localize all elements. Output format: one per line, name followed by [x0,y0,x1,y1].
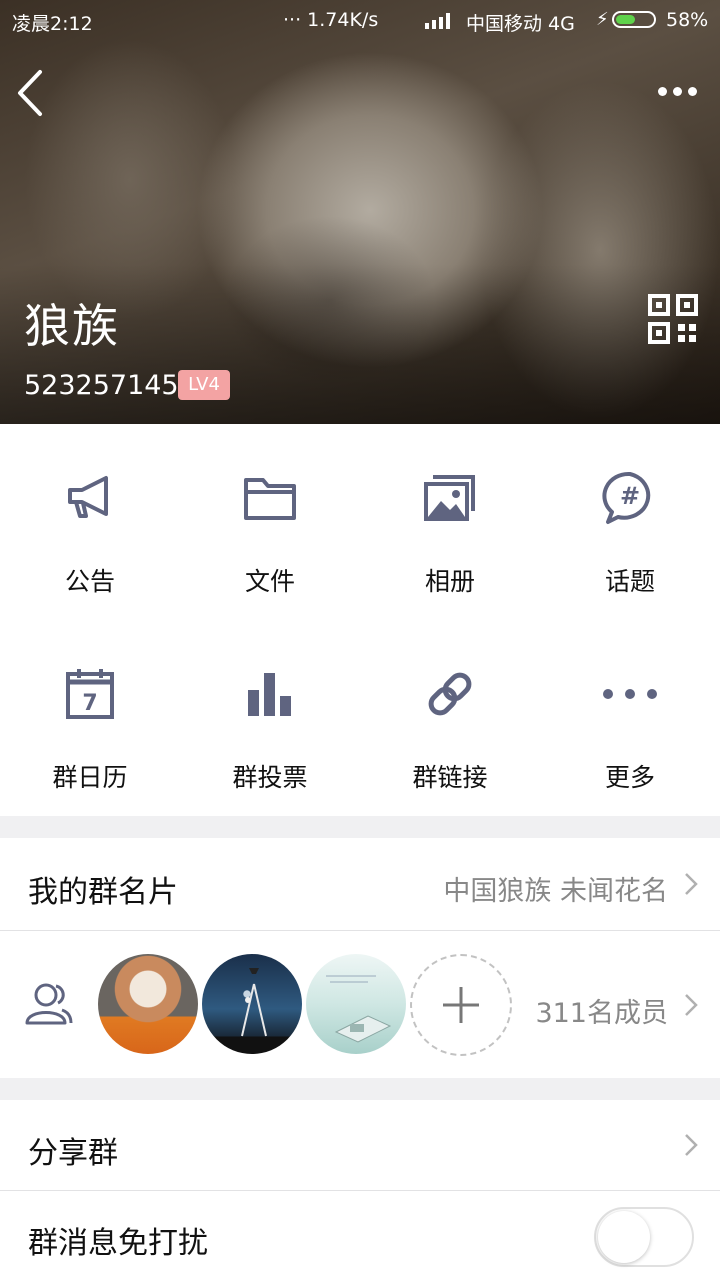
chevron-right-icon [685,873,698,895]
svg-text:7: 7 [82,691,97,716]
link-icon [420,664,480,724]
svg-text:#: # [620,482,640,510]
folder-icon [240,468,300,528]
function-topics[interactable]: # 话题 [540,424,720,620]
status-time: 凌晨2:12 [12,13,93,35]
battery-icon [612,11,656,28]
share-group-row[interactable]: 分享群 [0,1100,720,1190]
member-avatar[interactable] [202,954,302,1054]
bar-chart-icon [240,664,300,724]
function-vote[interactable]: 群投票 [180,620,360,816]
status-battery-percent: 58% [666,9,709,31]
plus-icon [443,987,479,1023]
function-label: 群链接 [412,763,488,792]
more-options-button[interactable] [648,74,706,108]
signal-icon [425,13,450,29]
megaphone-icon [60,468,120,528]
my-card-title: 我的群名片 [28,875,178,910]
mute-title: 群消息免打扰 [28,1226,208,1261]
my-group-card-row[interactable]: 我的群名片 中国狼族 未闻花名 [0,838,720,930]
calendar-icon: 7 [60,664,120,724]
charging-icon: ⚡ [596,9,609,30]
function-label: 文件 [244,567,295,596]
status-carrier: 中国移动 4G [466,13,575,35]
group-header: 凌晨2:12 ··· 1.74K/s 中国移动 4G ⚡ 58% 狼族 5232… [0,0,720,424]
function-label: 相册 [424,567,475,596]
more-dots-icon [600,664,660,724]
album-icon [420,468,480,528]
members-icon [25,983,73,1025]
function-announcement[interactable]: 公告 [0,424,180,620]
group-id: 523257145 [24,370,179,401]
function-link[interactable]: 群链接 [360,620,540,816]
more-dot-icon [672,86,682,96]
more-dot-icon [657,86,667,96]
chevron-right-icon [685,994,698,1016]
function-album[interactable]: 相册 [360,424,540,620]
group-name: 狼族 [24,299,120,353]
topic-hash-icon: # [600,468,660,528]
qr-code-icon [648,294,698,344]
qr-code-button[interactable] [648,294,698,344]
function-calendar[interactable]: 7 群日历 [0,620,180,816]
mute-toggle[interactable] [594,1207,694,1267]
back-button[interactable] [10,68,54,118]
more-dot-icon [687,86,697,96]
add-member-button[interactable] [410,954,512,1056]
function-more[interactable]: 更多 [540,620,720,816]
status-bar: 凌晨2:12 ··· 1.74K/s 中国移动 4G ⚡ 58% [0,0,720,42]
my-card-value: 中国狼族 未闻花名 [443,876,668,907]
share-group-title: 分享群 [28,1136,118,1171]
chevron-right-icon [685,1134,698,1156]
back-arrow-icon [18,70,42,116]
function-label: 更多 [604,763,655,792]
avatar-figure-icon [241,968,267,1037]
member-count: 311名成员 [535,998,668,1029]
function-label: 群日历 [52,763,128,792]
function-label: 群投票 [232,763,308,792]
battery-fill [616,15,636,24]
level-badge: LV4 [178,370,230,400]
member-avatar[interactable] [98,954,198,1054]
function-label: 话题 [604,567,655,596]
status-net-speed: ··· 1.74K/s [283,9,379,31]
function-label: 公告 [64,567,115,596]
function-grid: 公告 文件 相册 # 话题 7 群日历 群投票 群链接 更多 [0,424,720,816]
member-avatar[interactable] [306,954,406,1054]
function-files[interactable]: 文件 [180,424,360,620]
toggle-knob [598,1211,650,1263]
avatar-house-icon [326,975,392,1043]
